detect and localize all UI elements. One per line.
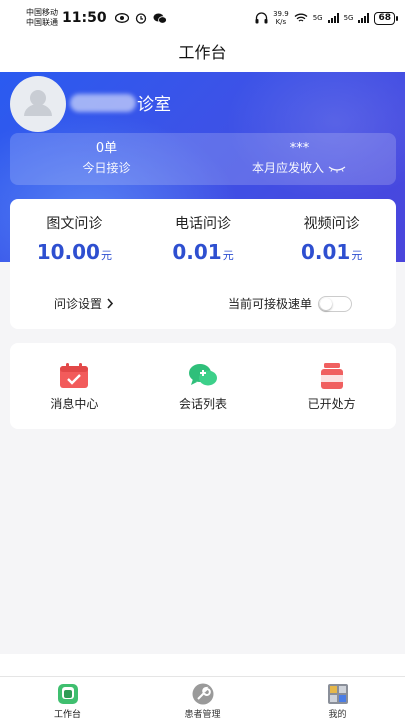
stat-value: 0单 xyxy=(95,141,118,156)
default-avatar-icon xyxy=(24,90,52,116)
signal-2-icon xyxy=(358,13,370,23)
action-label: 已开处方 xyxy=(307,397,356,411)
price-name: 视频问诊 xyxy=(303,216,360,232)
action-chat-list[interactable]: 会话列表 xyxy=(139,343,268,429)
carrier-2: 中国联通 xyxy=(26,18,58,27)
price-row: 图文问诊 10.00元 电话问诊 0.01元 视频问诊 0.01元 xyxy=(10,199,396,269)
net-type-2: 5G xyxy=(343,14,354,22)
tab-label: 患者管理 xyxy=(184,710,221,720)
stat-monthly-income[interactable]: *** 本月应发收入 xyxy=(203,133,396,185)
stat-label: 今日接诊 xyxy=(82,161,131,175)
toggle-knob xyxy=(320,297,332,310)
settings-row: 问诊设置 当前可接极速单 xyxy=(10,295,396,312)
action-message-center[interactable]: 消息中心 xyxy=(10,343,139,429)
calendar-check-icon xyxy=(60,363,89,388)
price-amount: 0.01元 xyxy=(139,239,268,269)
carrier-1: 中国移动 xyxy=(26,8,58,17)
price-item-text[interactable]: 图文问诊 10.00元 xyxy=(10,215,139,269)
consult-settings-label: 问诊设置 xyxy=(54,297,103,311)
carrier-info: 中国移动 中国联通 xyxy=(26,8,58,28)
action-label: 消息中心 xyxy=(50,397,99,411)
price-item-video[interactable]: 视频问诊 0.01元 xyxy=(267,215,396,269)
stat-today-visits[interactable]: 0单 今日接诊 xyxy=(10,133,203,185)
workbench-icon xyxy=(57,684,78,704)
price-unit: 元 xyxy=(351,249,363,262)
wifi-icon xyxy=(294,13,308,22)
prescription-bottle-icon xyxy=(320,363,343,389)
stats-panel: 0单 今日接诊 *** 本月应发收入 xyxy=(10,133,396,185)
net-speed-unit: K/s xyxy=(275,18,287,26)
express-label: 当前可接极速单 xyxy=(227,297,312,311)
net-speed: 39.9 K/s xyxy=(273,10,289,26)
price-unit: 元 xyxy=(100,249,112,262)
chevron-right-icon xyxy=(107,298,114,309)
price-amount: 10.00元 xyxy=(10,239,139,269)
system-status: 39.9 K/s 5G 5G 68 xyxy=(255,10,398,26)
battery-icon: 68 xyxy=(374,11,398,25)
consult-settings-link[interactable]: 问诊设置 xyxy=(54,295,114,312)
signal-1-icon xyxy=(327,13,339,23)
eye-status-icon xyxy=(114,13,129,23)
price-value: 0.01 xyxy=(172,240,222,264)
action-prescriptions[interactable]: 已开处方 xyxy=(267,343,396,429)
net-speed-value: 39.9 xyxy=(273,10,289,18)
status-bar: 中国移动 中国联通 11:50 39.9 K/s 5G 5G 68 xyxy=(0,0,405,36)
profile-grid-icon xyxy=(327,684,348,704)
net-type-1: 5G xyxy=(312,14,323,22)
bottom-spacer xyxy=(0,654,405,676)
tab-patient-management[interactable]: 患者管理 xyxy=(135,677,270,720)
express-toggle[interactable] xyxy=(318,295,352,312)
consult-price-card: 图文问诊 10.00元 电话问诊 0.01元 视频问诊 0.01元 问诊设置 当… xyxy=(10,199,396,329)
price-unit: 元 xyxy=(222,249,234,262)
wrench-icon xyxy=(192,683,213,705)
page-title: 工作台 xyxy=(0,36,405,72)
alarm-icon xyxy=(135,13,146,24)
notification-icons xyxy=(114,12,167,24)
price-amount: 0.01元 xyxy=(267,239,396,269)
tab-label: 我的 xyxy=(328,710,347,720)
clinic-suffix: 诊室 xyxy=(137,95,171,115)
headphones-icon xyxy=(255,12,268,24)
tab-workbench[interactable]: 工作台 xyxy=(0,677,135,720)
tab-label: 工作台 xyxy=(53,710,81,720)
status-time: 11:50 xyxy=(62,10,107,26)
clinic-name: 诊室 xyxy=(70,90,171,115)
stat-label: 本月应发收入 xyxy=(251,161,324,175)
price-name: 图文问诊 xyxy=(46,216,103,232)
redacted-name xyxy=(70,93,136,112)
avatar[interactable] xyxy=(10,76,66,132)
tab-mine[interactable]: 我的 xyxy=(270,677,405,720)
price-name: 电话问诊 xyxy=(175,216,231,232)
bottom-tab-bar: 工作台 患者管理 我的 xyxy=(0,676,405,720)
action-label: 会话列表 xyxy=(179,397,228,411)
price-value: 10.00 xyxy=(36,240,100,264)
express-order-setting: 当前可接极速单 xyxy=(228,295,352,312)
price-value: 0.01 xyxy=(301,240,351,264)
chat-bubbles-icon xyxy=(189,364,217,386)
quick-actions-card: 消息中心 会话列表 已开处方 xyxy=(10,343,396,429)
eye-closed-icon[interactable] xyxy=(327,164,347,174)
price-item-phone[interactable]: 电话问诊 0.01元 xyxy=(139,215,268,269)
stat-value: *** xyxy=(289,141,310,156)
stat-label-row: 本月应发收入 xyxy=(203,159,396,177)
wechat-icon xyxy=(153,13,167,24)
